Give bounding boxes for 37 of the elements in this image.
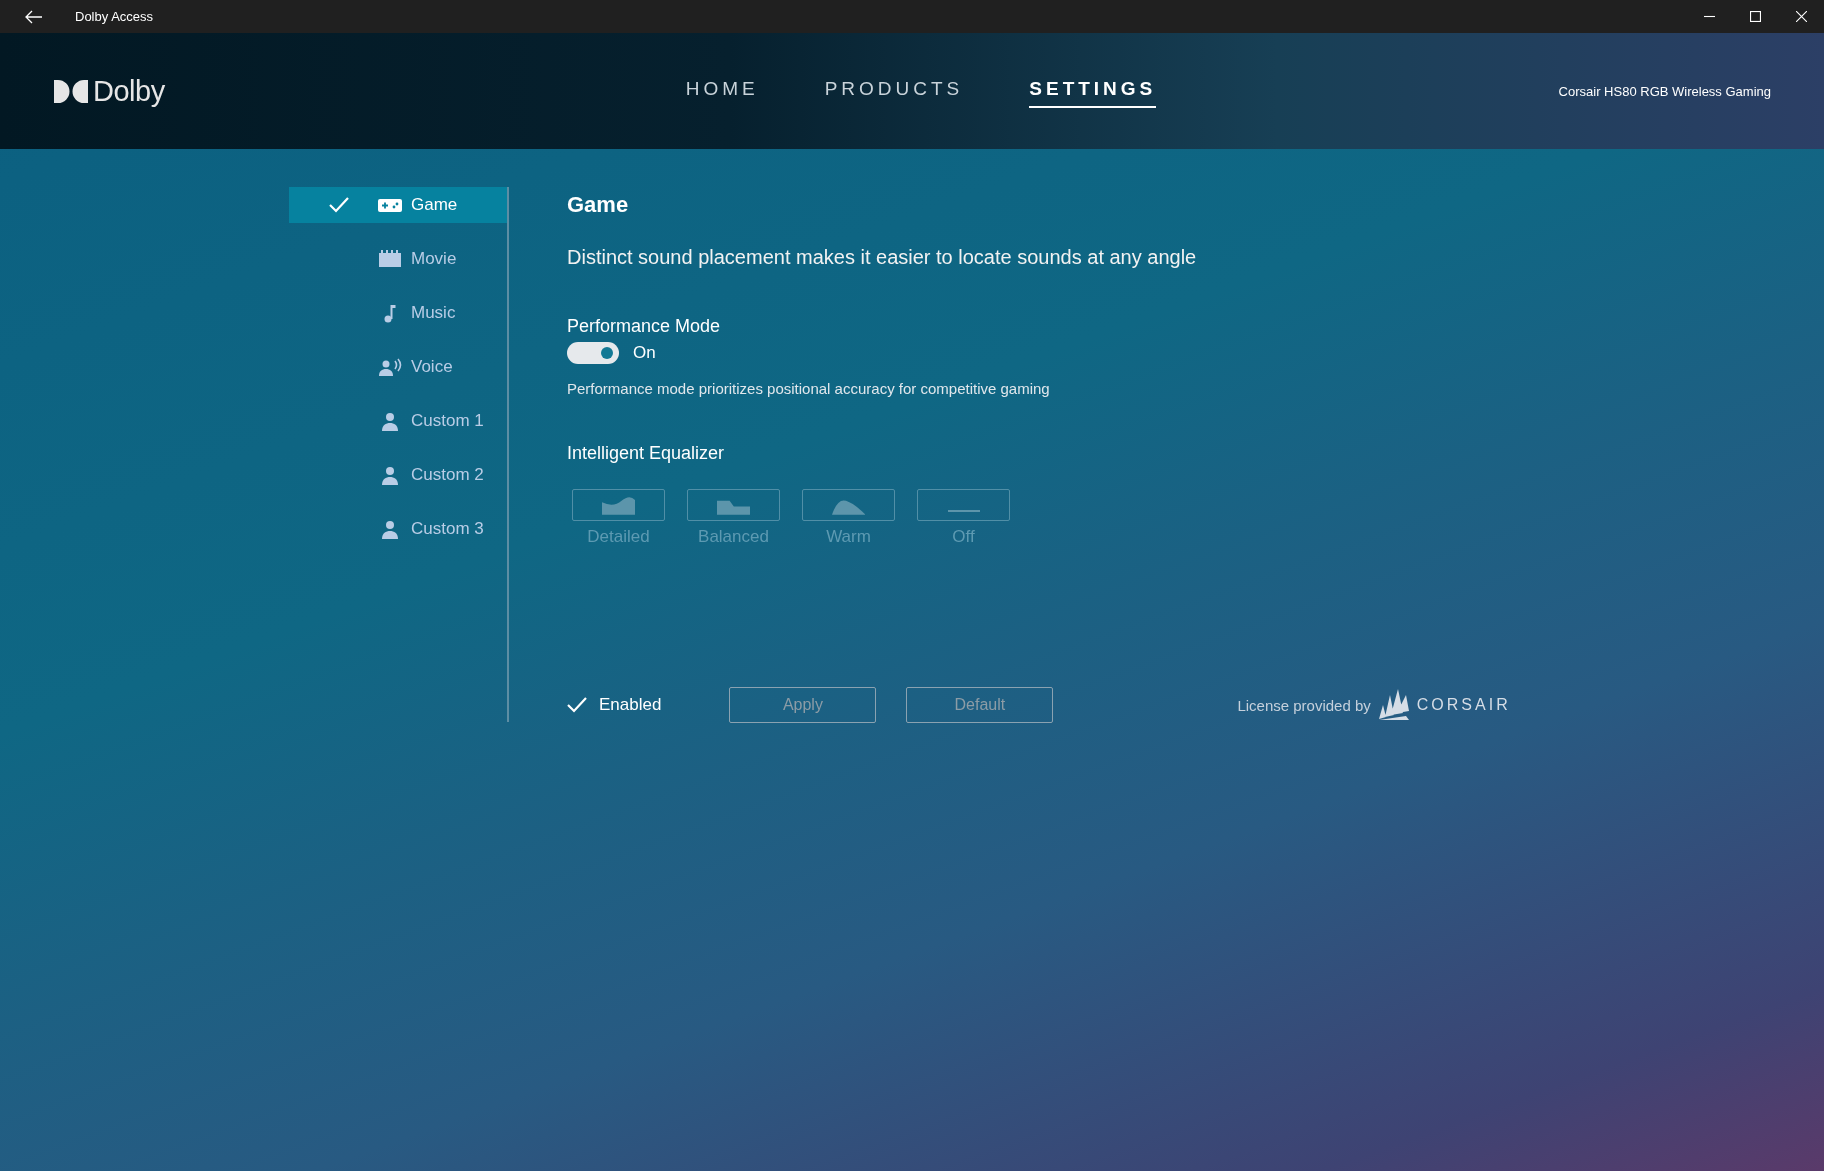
toggle-switch[interactable] [567, 342, 619, 364]
sails-logo-icon [1376, 689, 1411, 721]
description-text: Distinct sound placement makes it easier to locate sounds at any angle [567, 246, 1198, 269]
setting-label: Performance Mode [567, 316, 722, 337]
license-text: License provided by [1237, 696, 1371, 714]
brand-name: CORSAIR [1416, 696, 1511, 714]
sidebar-item[interactable]: Music [289, 295, 507, 331]
speaking-person-icon [377, 357, 403, 377]
sidebar-item[interactable]: Movie [289, 241, 507, 277]
clapperboard-icon [377, 249, 403, 269]
window-title: Dolby Access [75, 9, 154, 24]
nav-tab[interactable]: PRODUCTS [824, 74, 964, 108]
toggle-state-text: On [633, 343, 656, 363]
checkmark-icon [567, 697, 587, 713]
close-icon [1795, 11, 1807, 22]
setting-label: Intelligent Equalizer [567, 443, 726, 464]
help-text: Performance mode prioritizes positional accuracy for competitive gaming [567, 380, 1051, 397]
preset-label: Balanced [698, 527, 769, 547]
device-name: Corsair HS80 RGB Wireless Gaming [1558, 83, 1771, 99]
sidebar-item[interactable]: Custom 1 [289, 403, 507, 439]
checkmark-icon [329, 197, 349, 213]
back-arrow-icon [24, 9, 43, 24]
nav-tab[interactable]: SETTINGS [1029, 74, 1157, 108]
enabled-checkbox[interactable]: Enabled [567, 695, 662, 715]
preset-label: Off [952, 527, 975, 547]
logo-icon [54, 79, 88, 103]
page-title: Game [567, 192, 630, 218]
sidebar-item[interactable]: Game [289, 187, 507, 223]
sidebar-item[interactable]: Custom 3 [289, 511, 507, 547]
logo-text: Dolby [93, 74, 165, 108]
sidebar-item[interactable]: Custom 2 [289, 457, 507, 493]
nav-tab[interactable]: HOME [685, 74, 759, 108]
preset-label: Warm [826, 527, 871, 547]
maximize-icon [1749, 11, 1761, 22]
eq-curve-icon [601, 495, 636, 515]
preset-label: Detailed [587, 527, 650, 547]
sidebar-item[interactable]: Voice [289, 349, 507, 385]
